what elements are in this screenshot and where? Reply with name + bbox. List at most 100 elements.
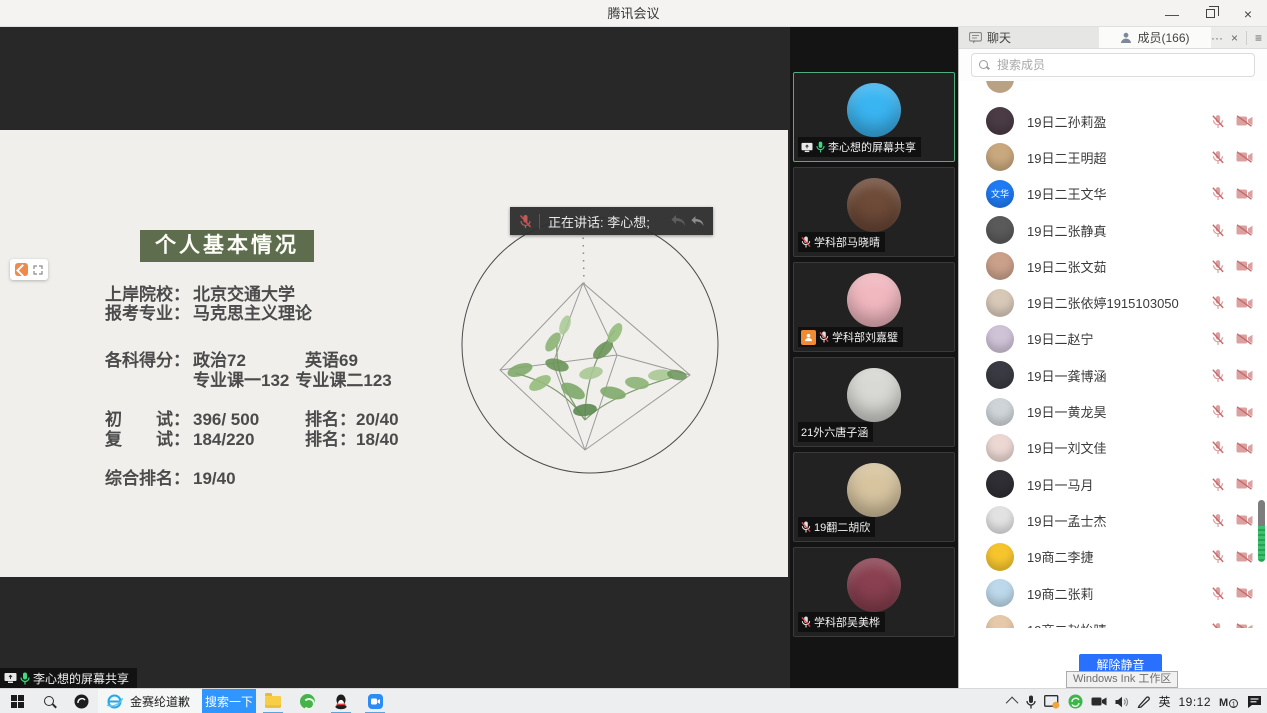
video-tile[interactable]: 学科部马晓晴: [793, 167, 955, 257]
annotation-pen-icon[interactable]: [15, 263, 28, 276]
taskbar-app-qq[interactable]: [324, 689, 358, 713]
start-button[interactable]: [0, 689, 34, 713]
panel-menu-button[interactable]: ≡: [1255, 32, 1262, 44]
news-search-button[interactable]: 搜索一下: [202, 689, 256, 713]
expand-icon[interactable]: [33, 265, 43, 275]
member-row[interactable]: 19日一刘文佳: [959, 430, 1267, 466]
camera-muted-icon[interactable]: [1236, 406, 1253, 418]
video-tile[interactable]: 21外六唐子涵: [793, 357, 955, 447]
mic-muted-icon[interactable]: [1211, 295, 1225, 310]
mic-muted-icon[interactable]: [1211, 331, 1225, 346]
close-button[interactable]: ×: [1229, 0, 1267, 27]
member-row[interactable]: 19日二张文茹: [959, 248, 1267, 284]
mic-muted-icon[interactable]: [1211, 622, 1225, 628]
member-name: 19日一刘文佳: [1027, 438, 1211, 457]
member-row[interactable]: 19商二赵怡晴: [959, 611, 1267, 628]
camera-muted-icon[interactable]: [1236, 260, 1253, 272]
member-status-icons: [1211, 586, 1253, 601]
camera-muted-icon[interactable]: [1236, 297, 1253, 309]
camera-muted-icon[interactable]: [1236, 442, 1253, 454]
video-tile[interactable]: 19翻二胡欣: [793, 452, 955, 542]
mic-muted-icon[interactable]: [1211, 259, 1225, 274]
mic-muted-icon[interactable]: [1211, 549, 1225, 564]
task-view-button[interactable]: [64, 689, 98, 713]
camera-muted-icon[interactable]: [1236, 115, 1253, 127]
member-row[interactable]: 文华 19日二王文华: [959, 176, 1267, 212]
camera-muted-icon[interactable]: [1236, 587, 1253, 599]
mic-muted-icon[interactable]: [1211, 114, 1225, 129]
taskbar-app-meeting[interactable]: [358, 689, 392, 713]
video-tile[interactable]: 李心想的屏幕共享: [793, 72, 955, 162]
camera-muted-icon[interactable]: [1236, 224, 1253, 236]
mic-muted-icon[interactable]: [1211, 586, 1225, 601]
mic-muted-icon[interactable]: [1211, 404, 1225, 419]
member-list[interactable]: 19日二孙莉盈 19日二王明超: [959, 81, 1267, 628]
camera-muted-icon[interactable]: [1236, 478, 1253, 490]
mic-muted-icon[interactable]: [1211, 513, 1225, 528]
member-row[interactable]: 19日二王明超: [959, 139, 1267, 175]
minimize-button[interactable]: —: [1153, 0, 1191, 27]
member-row[interactable]: 19日一孟士杰: [959, 502, 1267, 538]
camera-muted-icon[interactable]: [1236, 151, 1253, 163]
news-headline[interactable]: 金赛纶道歉: [130, 693, 190, 710]
camera-muted-icon[interactable]: [1236, 514, 1253, 526]
member-row[interactable]: 19商二李捷: [959, 539, 1267, 575]
more-button[interactable]: ···: [1211, 32, 1223, 44]
window-controls: — ×: [1153, 0, 1267, 27]
taskbar-clock[interactable]: 19:12: [1178, 695, 1211, 709]
member-row[interactable]: 19日二张静真: [959, 212, 1267, 248]
divider: [539, 214, 540, 229]
member-search-box[interactable]: [971, 53, 1255, 77]
tab-chat-label: 聊天: [987, 29, 1011, 46]
tab-chat[interactable]: 聊天: [959, 27, 1099, 48]
mic-muted-icon[interactable]: [1211, 440, 1225, 455]
undo-arrow-icon[interactable]: [671, 214, 689, 228]
tray-expand-button[interactable]: [1009, 697, 1018, 706]
annotation-widget[interactable]: [10, 259, 48, 280]
tray-windows-ink-icon[interactable]: [1137, 695, 1150, 708]
member-search-input[interactable]: [995, 57, 1247, 73]
video-tile[interactable]: 学科部吴美桦: [793, 547, 955, 637]
member-row[interactable]: 19日二孙莉盈: [959, 103, 1267, 139]
taskbar-app-explorer[interactable]: [256, 689, 290, 713]
tray-screenshot-icon[interactable]: [1044, 695, 1060, 709]
annotation-arrows: [671, 214, 713, 228]
tray-mic-icon[interactable]: [1026, 695, 1036, 709]
scrollbar-thumb[interactable]: [1258, 500, 1265, 526]
participant-label: 21外六唐子涵: [798, 422, 873, 442]
mic-muted-icon[interactable]: [1211, 477, 1225, 492]
member-row[interactable]: 19日一黄龙昊: [959, 393, 1267, 429]
camera-muted-icon[interactable]: [1236, 188, 1253, 200]
tab-members[interactable]: 成员(166): [1099, 27, 1211, 48]
redo-arrow-icon[interactable]: [691, 215, 707, 228]
member-name: 19日二赵宁: [1027, 329, 1211, 348]
mic-muted-icon[interactable]: [1211, 150, 1225, 165]
camera-muted-icon[interactable]: [1236, 369, 1253, 381]
taskbar-news-widget[interactable]: 金赛纶道歉: [98, 689, 202, 713]
tray-camera-icon[interactable]: [1091, 696, 1107, 707]
tray-ime-icon[interactable]: M1: [1219, 695, 1239, 709]
panel-close-button[interactable]: ×: [1231, 32, 1238, 44]
camera-muted-icon[interactable]: [1236, 623, 1253, 628]
taskbar-search-button[interactable]: [34, 689, 64, 713]
tray-volume-icon[interactable]: [1115, 696, 1129, 708]
member-row[interactable]: 19日二赵宁: [959, 321, 1267, 357]
member-row[interactable]: 19日一马月: [959, 466, 1267, 502]
tray-antivirus-icon[interactable]: [1068, 694, 1083, 709]
language-indicator[interactable]: 英: [1158, 693, 1170, 710]
camera-muted-icon[interactable]: [1236, 333, 1253, 345]
member-row[interactable]: 19日二张依婷1915103050: [959, 284, 1267, 320]
member-row[interactable]: 19日一龚博涵: [959, 357, 1267, 393]
camera-muted-icon[interactable]: [1236, 551, 1253, 563]
mic-muted-icon[interactable]: [1211, 223, 1225, 238]
mic-muted-icon[interactable]: [1211, 368, 1225, 383]
restore-button[interactable]: [1191, 0, 1229, 27]
taskbar-app-browser[interactable]: [290, 689, 324, 713]
member-avatar: [986, 615, 1014, 628]
action-center-icon[interactable]: [1247, 695, 1262, 709]
scrollbar-green-segment: [1258, 526, 1265, 562]
scrollbar[interactable]: [1258, 500, 1265, 562]
mic-muted-icon[interactable]: [1211, 186, 1225, 201]
video-tile[interactable]: 学科部刘嘉璧: [793, 262, 955, 352]
member-row[interactable]: 19商二张莉: [959, 575, 1267, 611]
